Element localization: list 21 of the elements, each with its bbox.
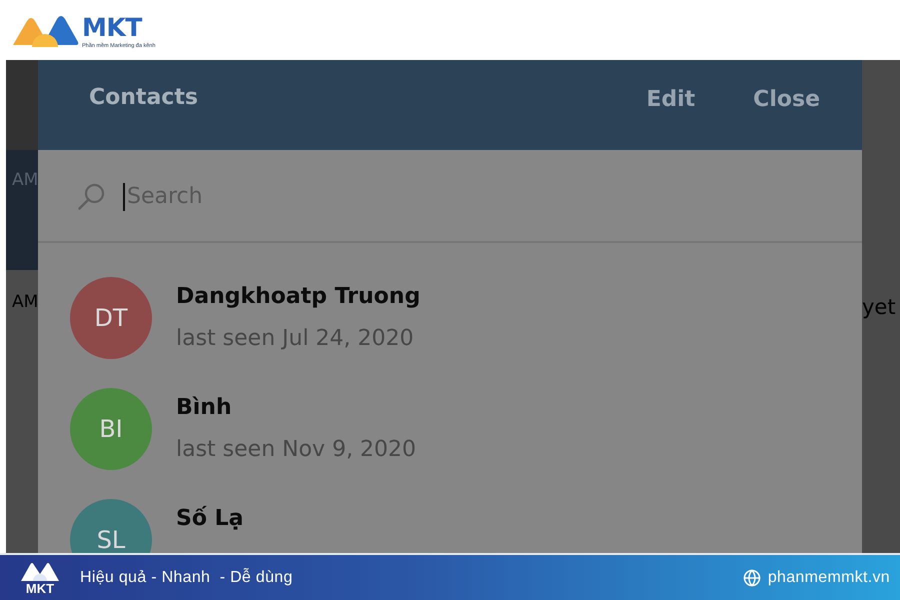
- search-icon: [78, 183, 105, 210]
- dialog-title: Contacts: [89, 85, 198, 111]
- header-action-button[interactable]: Edit: [646, 87, 696, 113]
- backdrop-text: AM: [12, 170, 38, 190]
- backdrop-text: AM: [12, 292, 38, 312]
- website-text: phanmemmkt.vn: [768, 568, 890, 588]
- logo-icon: [20, 560, 60, 582]
- last-seen-text: last seen Nov 9, 2020: [176, 436, 416, 464]
- avatar: DT: [70, 277, 152, 359]
- last-seen-text: last seen Jul 24, 2020: [176, 325, 415, 353]
- backdrop-text: yet: [862, 294, 896, 320]
- header-action-button[interactable]: Close: [753, 87, 820, 113]
- contact-name[interactable]: Dangkhoatp Truong: [176, 282, 420, 312]
- globe-icon: [742, 568, 761, 586]
- avatar: SL: [70, 499, 152, 553]
- contact-name[interactable]: Bình: [176, 393, 416, 423]
- slogan-text: Hiệu quả - Nhanh - Dễ dùng: [80, 568, 293, 588]
- brand-name: MKT: [82, 15, 144, 40]
- avatar: BI: [70, 388, 152, 470]
- contact-name[interactable]: Số Lạ: [176, 504, 244, 534]
- logo-text: MKT: [26, 582, 54, 595]
